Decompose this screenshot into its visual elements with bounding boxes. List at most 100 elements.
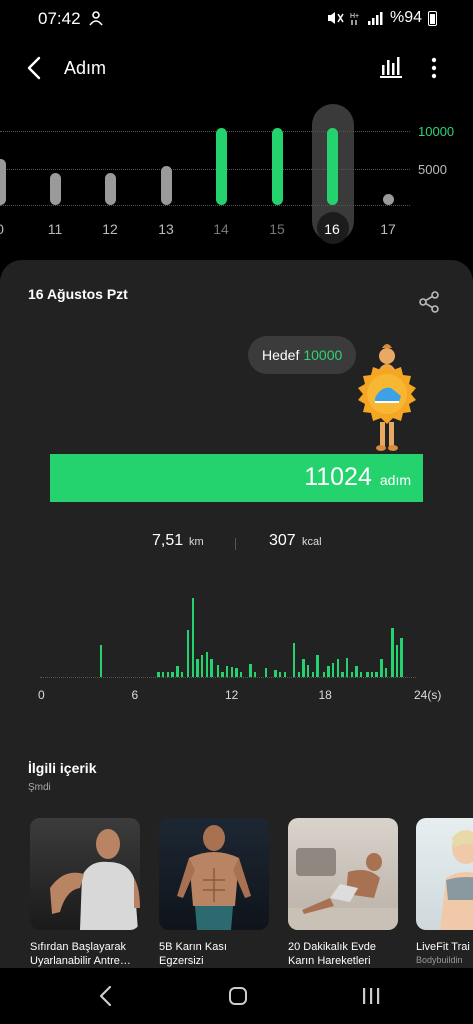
related-thumb <box>288 818 398 930</box>
day-label: 16 <box>324 221 340 237</box>
daily-steps-chart[interactable]: 10000 5000 0 11 12 13 14 15 16 17 <box>0 100 473 250</box>
battery-icon <box>428 10 437 26</box>
hourly-bar <box>331 662 335 677</box>
stats-row: 7,51 km 307 kcal <box>0 532 473 556</box>
hourly-bar <box>327 666 330 677</box>
related-content-list[interactable]: Sıfırdan Başlayarak Uyarlanabilir Antre…… <box>30 818 473 968</box>
day-label: 13 <box>158 221 174 237</box>
distance-unit: km <box>189 536 204 548</box>
hourly-bar <box>166 671 170 677</box>
related-label: 20 Dakikalık Evde Karın Hareketleri <box>288 941 377 967</box>
related-thumb <box>416 818 473 930</box>
hourly-bar <box>345 658 349 677</box>
back-icon[interactable] <box>22 54 48 82</box>
hourly-bar <box>221 671 224 677</box>
day-bar[interactable] <box>104 173 116 205</box>
hourly-bar <box>283 671 287 677</box>
distance-value: 7,51 <box>152 532 184 549</box>
hourly-bar <box>230 667 234 677</box>
hourly-bar <box>161 671 165 677</box>
mute-icon <box>327 12 344 24</box>
svg-text:H+: H+ <box>350 13 359 20</box>
day-bar[interactable] <box>215 128 227 205</box>
goal-bubble: Hedef 10000 <box>248 336 357 374</box>
day-label: 17 <box>380 221 396 237</box>
status-bar: 07:42 H+ %94 <box>0 0 473 36</box>
day-bar[interactable] <box>271 128 283 205</box>
signal-icon <box>367 12 383 25</box>
goal-prefix: Hedef <box>262 347 300 363</box>
hourly-bar <box>225 666 229 677</box>
goal-line-label: 10000 <box>418 124 455 139</box>
hourly-bar <box>99 644 103 677</box>
hourly-tick-label: 24(s) <box>414 688 442 702</box>
hourly-bar <box>359 671 363 677</box>
hourly-bar <box>316 655 319 677</box>
related-label: Sıfırdan Başlayarak Uyarlanabilir Antre… <box>30 941 131 967</box>
hourly-bar <box>157 671 160 677</box>
related-item[interactable]: 20 Dakikalık Evde Karın Hareketleri <box>288 818 398 968</box>
system-nav-bar <box>0 968 473 1024</box>
hourly-baseline <box>40 677 416 678</box>
home-icon[interactable] <box>228 986 248 1006</box>
recent-apps-icon[interactable] <box>360 986 382 1006</box>
hourly-bar <box>239 671 243 677</box>
related-subtitle: Şmdi <box>28 782 51 793</box>
nav-back-icon[interactable] <box>96 984 116 1008</box>
more-icon[interactable] <box>424 54 444 82</box>
day-detail-card: 16 Ağustos Pzt Hedef 10000 11024 adım 7,… <box>0 260 473 1024</box>
day-label: 12 <box>102 221 118 237</box>
mascot-medal-icon <box>358 344 416 451</box>
share-icon[interactable] <box>418 290 440 314</box>
hourly-bar <box>302 659 305 677</box>
hourly-bar <box>384 668 388 677</box>
steps-unit: adım <box>379 472 411 488</box>
calories-value: 307 <box>269 532 296 549</box>
hourly-bar <box>375 671 378 677</box>
hourly-bar <box>216 665 220 677</box>
related-label: 5B Karın Kası Egzersizi <box>159 941 227 967</box>
calories-unit: kcal <box>302 536 322 548</box>
hourly-bar <box>200 654 204 677</box>
hourly-bar <box>306 665 310 677</box>
hourly-bar <box>350 671 354 677</box>
hourly-bar <box>400 638 403 677</box>
hourly-bar <box>186 630 190 677</box>
hourly-bar <box>191 597 195 677</box>
day-bar[interactable] <box>160 165 172 205</box>
battery-percent: %94 <box>389 9 422 26</box>
page-title: Adım <box>64 58 107 78</box>
hourly-bar <box>253 671 257 677</box>
related-thumb <box>30 818 140 930</box>
mid-line <box>0 169 410 170</box>
steps-value: 11024 <box>304 463 372 491</box>
base-line <box>0 205 410 206</box>
day-label: 15 <box>269 221 285 237</box>
hourly-bar <box>210 659 213 677</box>
hourly-bar <box>322 671 325 677</box>
related-item[interactable]: Sıfırdan Başlayarak Uyarlanabilir Antre… <box>30 818 140 968</box>
status-time: 07:42 <box>38 9 81 28</box>
app-header: Adım <box>0 44 473 92</box>
hourly-bar <box>176 666 179 677</box>
day-label: 0 <box>0 221 20 237</box>
day-bar[interactable] <box>49 173 61 205</box>
hourly-bar <box>311 671 315 677</box>
hourly-bar <box>391 627 394 677</box>
hourly-bar <box>196 659 199 677</box>
related-item[interactable]: 5B Karın Kası Egzersizi <box>159 818 269 968</box>
hourly-steps-chart: 0 6 12 18 24(s) <box>0 580 473 710</box>
notification-icon <box>89 11 103 26</box>
related-item[interactable]: LiveFit Trai Bodybuildin <box>416 818 473 965</box>
bar-chart-icon[interactable] <box>378 54 404 80</box>
related-label: LiveFit Trai <box>416 941 470 953</box>
day-bar[interactable] <box>0 159 6 205</box>
goal-line <box>0 131 410 132</box>
stats-divider <box>235 538 236 550</box>
date-title: 16 Ağustos Pzt <box>28 286 128 302</box>
mid-line-label: 5000 <box>418 162 447 177</box>
related-title: İlgili içerik <box>28 760 97 776</box>
day-bar[interactable] <box>382 194 394 205</box>
day-bar[interactable] <box>326 128 338 205</box>
day-label: 11 <box>47 221 63 237</box>
